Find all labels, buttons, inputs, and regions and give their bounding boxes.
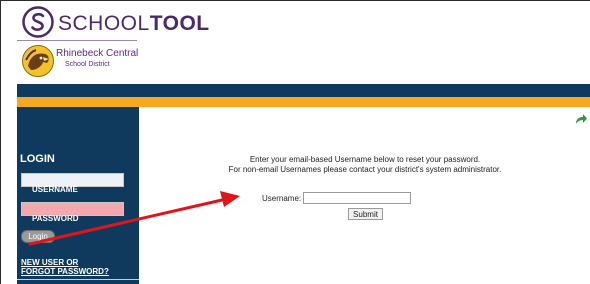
instruction-line-1: Enter your email-based Username below to… — [249, 155, 481, 164]
top-navbar — [17, 84, 590, 97]
sidebar-divider — [17, 279, 139, 280]
schooltool-wordmark: SCHOOLTOOL — [58, 12, 210, 35]
schooltool-s-icon — [22, 6, 54, 38]
login-button[interactable]: Login — [21, 230, 55, 243]
header-divider — [17, 40, 137, 41]
login-sidebar: LOGIN USERNAME PASSWORD Login NEW USER O… — [17, 107, 139, 284]
new-user-link-line2: FORGOT PASSWORD? — [21, 267, 109, 276]
eagle-mascot-icon — [22, 45, 54, 77]
reset-username-label: Username: — [262, 194, 302, 203]
reset-username-input[interactable] — [303, 192, 411, 204]
district-branding: Rhinebeck Central School District — [22, 45, 162, 77]
new-user-forgot-password-link[interactable]: NEW USER OR FORGOT PASSWORD? — [21, 258, 109, 276]
reset-instructions: Enter your email-based Username below to… — [140, 155, 590, 175]
instruction-line-2: For non-email Usernames please contact y… — [228, 165, 502, 174]
schooltool-logo: SCHOOLTOOL — [22, 6, 209, 40]
username-label: USERNAME — [32, 185, 78, 194]
submit-button[interactable]: Submit — [348, 208, 383, 220]
password-label: PASSWORD — [32, 214, 79, 223]
accent-bar — [17, 97, 590, 107]
district-subtitle: School District — [65, 61, 110, 68]
refresh-arrow-icon[interactable] — [575, 113, 587, 125]
login-heading: LOGIN — [20, 153, 55, 165]
new-user-link-line1: NEW USER OR — [21, 258, 79, 267]
district-name: Rhinebeck Central — [56, 48, 139, 59]
